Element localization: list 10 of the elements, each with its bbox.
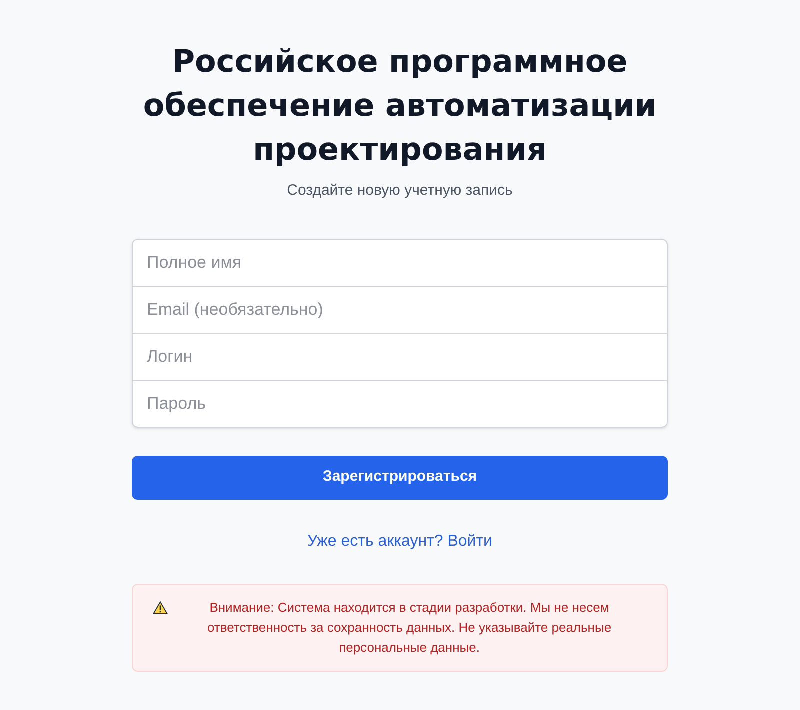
input-field[interactable]: Email (необязательно)	[132, 286, 668, 334]
input-field[interactable]: Полное имя	[132, 238, 668, 286]
input-field[interactable]: Логин	[132, 332, 668, 380]
input-field[interactable]: Пароль	[132, 380, 668, 428]
warning-icon	[153, 600, 168, 614]
page-title: Российское программное обеспечение автоматизации проектирования	[142, 43, 658, 170]
subtitle: Создайте новую учетную запись	[286, 181, 514, 201]
register-button[interactable]: Зарегистрироваться	[132, 456, 668, 500]
login-link[interactable]: Уже есть аккаунт? Войти	[308, 530, 492, 554]
warning-text: Внимание: Система находится в стадии разработки. Мы не несем ответственность за сохранность данных. Не указывайте реальные персональные данные.	[206, 598, 613, 657]
